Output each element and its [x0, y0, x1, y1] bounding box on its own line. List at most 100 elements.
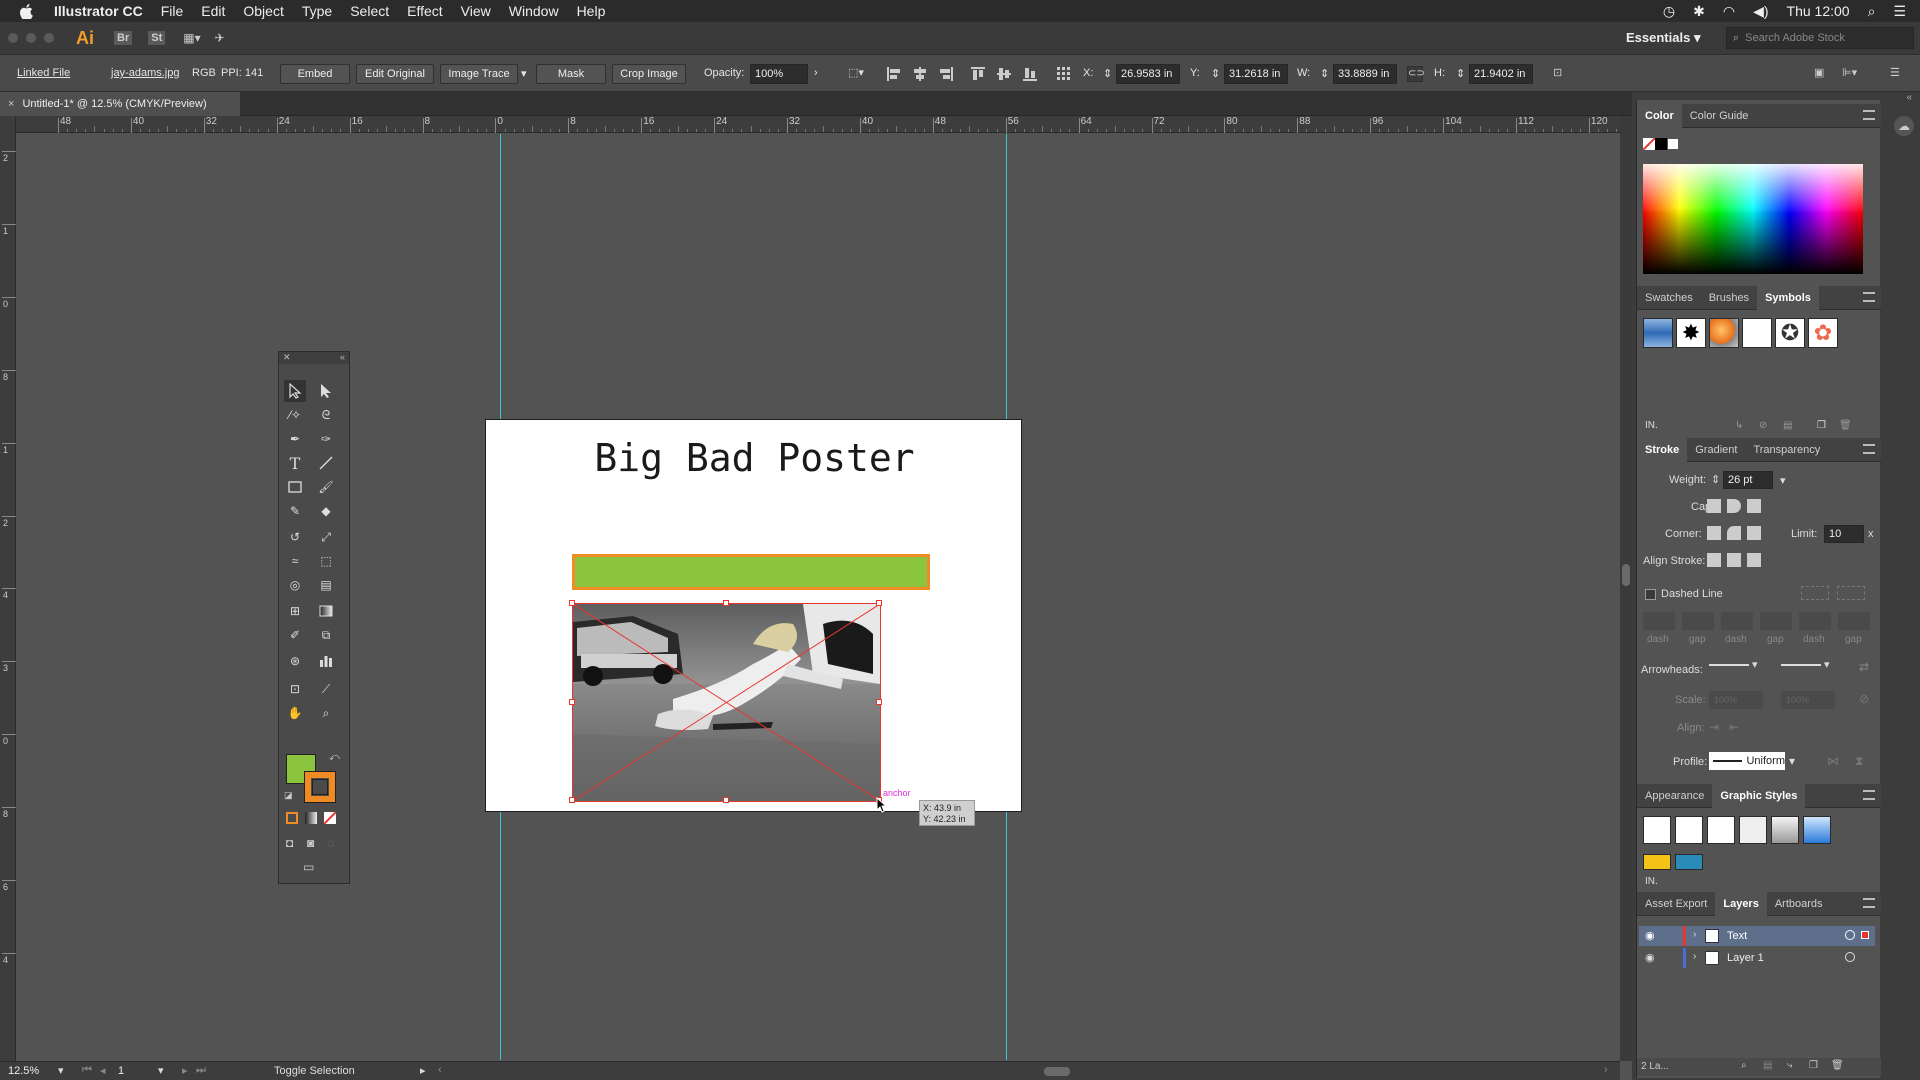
symbol-splat[interactable]: ✸: [1676, 318, 1706, 348]
shape-builder-tool-icon[interactable]: ◎: [284, 574, 306, 596]
tab-transparency[interactable]: Transparency: [1745, 444, 1828, 456]
tools-panel-header[interactable]: ✕ «: [279, 352, 349, 364]
delete-symbol-icon[interactable]: 🗑: [1839, 420, 1852, 431]
arrange-icon[interactable]: ▣: [1814, 66, 1830, 82]
delete-layer-icon[interactable]: 🗑: [1831, 1060, 1844, 1071]
apple-icon[interactable]: [0, 3, 45, 19]
panel-menu-icon[interactable]: [1863, 110, 1875, 120]
menu-file[interactable]: File: [152, 3, 193, 19]
line-tool-icon[interactable]: [315, 452, 337, 474]
round-cap-icon[interactable]: [1727, 499, 1741, 513]
style-blue-gradient[interactable]: [1803, 816, 1831, 844]
close-tab-icon[interactable]: ×: [8, 98, 14, 110]
lasso-tool-icon[interactable]: ᘓ: [315, 404, 337, 426]
horizontal-ruler[interactable]: 48 40 32 24 16 8 0 8 16 24 32 40 48 56 64 72 80 88 96 104 11…: [16, 116, 1654, 133]
arrow-extend-icon[interactable]: ⇥: [1709, 720, 1719, 734]
tab-artboards[interactable]: Artboards: [1767, 898, 1831, 910]
dash-field-3[interactable]: [1799, 612, 1831, 630]
start-arrowhead-select[interactable]: ▾: [1709, 658, 1771, 676]
locate-object-icon[interactable]: ⌕: [1741, 1060, 1747, 1071]
resize-handle-right[interactable]: [876, 699, 882, 705]
profile-dropdown-icon[interactable]: ▾: [1789, 754, 1795, 768]
visibility-eye-icon[interactable]: ◉: [1645, 929, 1655, 942]
dashed-line-checkbox[interactable]: [1645, 589, 1656, 600]
time-machine-icon[interactable]: ◷: [1663, 3, 1675, 20]
resize-handle-top[interactable]: [723, 600, 729, 606]
align-stroke-outside-icon[interactable]: [1747, 553, 1761, 567]
style-default-text[interactable]: [1675, 816, 1703, 844]
transform-each-icon[interactable]: ⊡: [1553, 66, 1569, 82]
panel-menu-icon[interactable]: [1863, 898, 1875, 908]
menu-select[interactable]: Select: [341, 3, 398, 19]
layer-name[interactable]: Layer 1: [1727, 952, 1764, 964]
rectangle-tool-icon[interactable]: [284, 476, 306, 498]
selection-indicator[interactable]: [1861, 931, 1869, 939]
x-stepper-icon[interactable]: ⇕: [1103, 67, 1112, 80]
dash-field-1[interactable]: [1643, 612, 1675, 630]
symbol-libraries-icon[interactable]: IN.: [1645, 420, 1658, 431]
clock[interactable]: Thu 12:00: [1787, 3, 1850, 19]
width-tool-icon[interactable]: ≈: [284, 550, 306, 572]
menu-type[interactable]: Type: [293, 3, 341, 19]
mask-button[interactable]: Mask: [536, 64, 606, 84]
color-white-swatch[interactable]: [1667, 138, 1679, 150]
tab-gradient[interactable]: Gradient: [1687, 444, 1745, 456]
opacity-arrow-icon[interactable]: ›: [814, 67, 818, 79]
symbol-blue-banner[interactable]: [1643, 318, 1673, 348]
style-yellow-pattern[interactable]: [1643, 854, 1671, 870]
style-white[interactable]: [1707, 816, 1735, 844]
zoom-window-button[interactable]: [44, 33, 54, 43]
slice-tool-icon[interactable]: ⟋: [315, 678, 337, 700]
layer-row-layer-1[interactable]: ◉ › Layer 1: [1639, 948, 1875, 968]
arrange-documents-icon[interactable]: ▦▾: [183, 31, 200, 45]
align-left-icon[interactable]: [886, 66, 902, 82]
miter-join-icon[interactable]: [1707, 526, 1721, 540]
start-scale-field[interactable]: 100%: [1709, 691, 1763, 709]
expand-layer-icon[interactable]: ›: [1693, 951, 1696, 962]
panel-options-icon[interactable]: ⊫▾: [1842, 66, 1858, 82]
spotlight-search-icon[interactable]: ⌕: [1868, 3, 1876, 20]
crop-image-button[interactable]: Crop Image: [612, 64, 686, 84]
color-mode-button[interactable]: [286, 812, 298, 824]
break-link-icon[interactable]: ⊘: [1759, 420, 1767, 431]
gap-field-1[interactable]: [1682, 612, 1714, 630]
status-menu-icon[interactable]: ▸: [420, 1064, 426, 1077]
resize-handle-left[interactable]: [569, 699, 575, 705]
symbol-sprayer-tool-icon[interactable]: ⊛: [284, 650, 306, 672]
projecting-cap-icon[interactable]: [1747, 499, 1761, 513]
style-mixed[interactable]: [1739, 816, 1767, 844]
color-black-swatch[interactable]: [1655, 138, 1667, 150]
w-field[interactable]: 33.8889 in: [1333, 64, 1397, 84]
weight-dropdown-icon[interactable]: ▾: [1780, 474, 1786, 487]
menu-object[interactable]: Object: [234, 3, 292, 19]
volume-icon[interactable]: ◀): [1753, 3, 1768, 20]
y-field[interactable]: 31.2618 in: [1224, 64, 1288, 84]
layer-row-text[interactable]: ◉ › Text: [1639, 926, 1875, 946]
hand-tool-icon[interactable]: ✋: [284, 702, 306, 724]
bridge-button[interactable]: Br: [114, 31, 133, 45]
screen-mode-icon[interactable]: ▭: [303, 860, 314, 874]
gradient-tool-icon[interactable]: [315, 600, 337, 622]
wifi-icon[interactable]: ◠: [1723, 3, 1735, 20]
tab-layers[interactable]: Layers: [1715, 891, 1767, 916]
filename-link[interactable]: jay-adams.jpg: [111, 67, 179, 79]
rotate-tool-icon[interactable]: ↺: [284, 526, 306, 548]
flip-vertical-icon[interactable]: ⧗: [1855, 754, 1863, 769]
selection-tool-icon[interactable]: [284, 380, 306, 402]
stock-button[interactable]: St: [148, 31, 166, 45]
resize-handle-top-left[interactable]: [569, 600, 575, 606]
horizontal-scroll-thumb[interactable]: [1044, 1067, 1070, 1076]
eyedropper-tool-icon[interactable]: ✐: [284, 624, 306, 646]
vertical-ruler[interactable]: 2 1 0 8 1 2 4 3 0 8 6 4: [0, 116, 16, 1061]
scroll-left-icon[interactable]: ‹: [438, 1064, 442, 1076]
layer-name[interactable]: Text: [1727, 930, 1747, 942]
linked-file-link[interactable]: Linked File: [17, 67, 70, 79]
expand-layer-icon[interactable]: ›: [1693, 929, 1696, 940]
close-window-button[interactable]: [8, 33, 18, 43]
resize-handle-bottom[interactable]: [723, 797, 729, 803]
zoom-dropdown-icon[interactable]: ▾: [58, 1064, 64, 1077]
gap-field-2[interactable]: [1760, 612, 1792, 630]
place-symbol-icon[interactable]: ↳: [1735, 420, 1743, 431]
type-tool-icon[interactable]: T: [284, 452, 306, 474]
status-mode[interactable]: Toggle Selection: [274, 1065, 355, 1077]
